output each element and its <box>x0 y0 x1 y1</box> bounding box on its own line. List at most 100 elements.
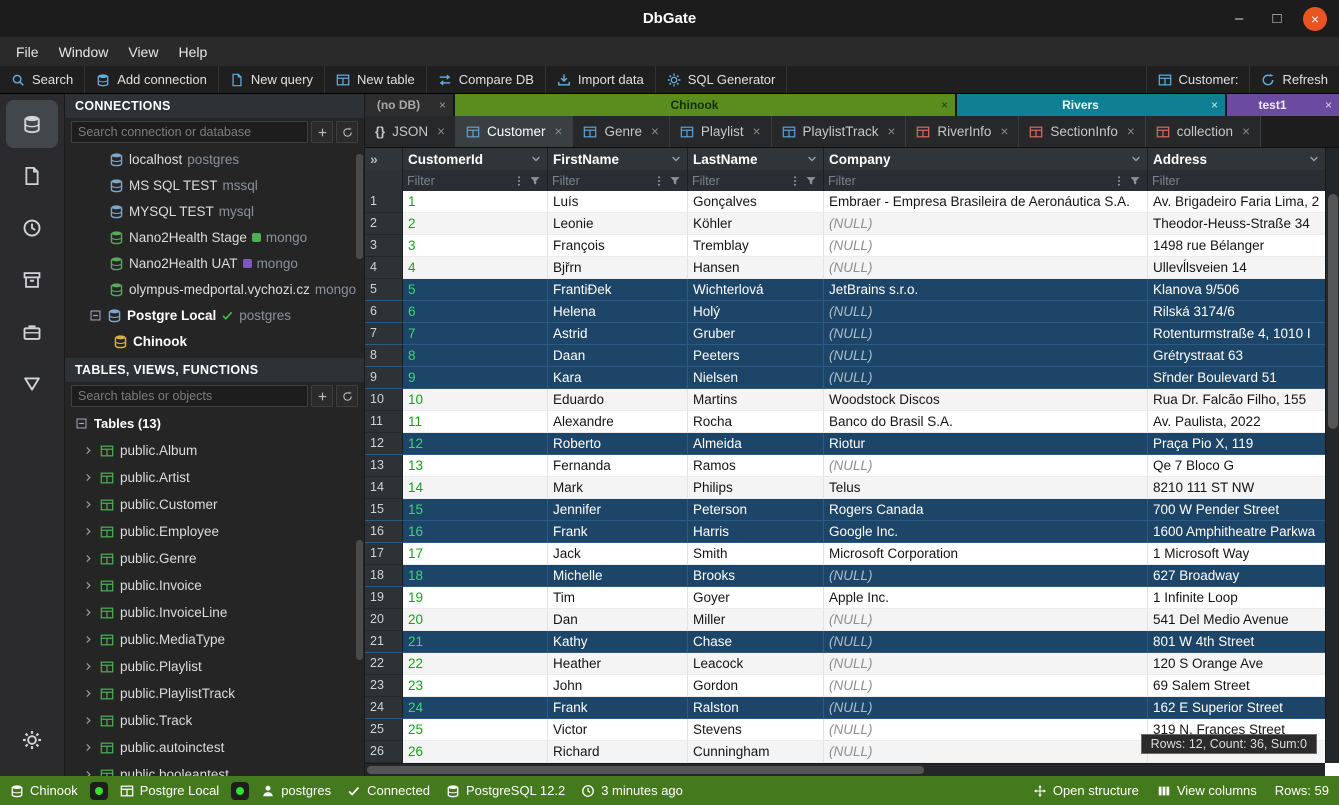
toolbar-add-connection-button[interactable]: Add connection <box>85 66 219 93</box>
close-icon[interactable]: × <box>1127 124 1135 139</box>
row-number[interactable]: 24 <box>365 697 403 719</box>
column-header-lastname[interactable]: LastName <box>688 148 824 170</box>
table-public-invoiceline[interactable]: public.InvoiceLine <box>65 599 364 626</box>
database-chinook[interactable]: Chinook <box>65 328 364 354</box>
tab-group-rivers[interactable]: Rivers× <box>957 94 1225 116</box>
tab-group-test1[interactable]: test1× <box>1227 94 1339 116</box>
cell-company[interactable]: Microsoft Corporation <box>824 543 1148 565</box>
close-icon[interactable]: × <box>555 124 563 139</box>
menu-view[interactable]: View <box>118 41 168 63</box>
cell-firstname[interactable]: Michelle <box>548 565 688 587</box>
table-row-23[interactable]: 2323JohnGordon(NULL)69 Salem Street <box>365 675 1325 697</box>
table-row-10[interactable]: 1010EduardoMartinsWoodstock DiscosRua Dr… <box>365 389 1325 411</box>
filter-input-address[interactable] <box>1152 174 1321 188</box>
cell-company[interactable]: JetBrains s.r.o. <box>824 279 1148 301</box>
cell-company[interactable]: Rogers Canada <box>824 499 1148 521</box>
column-header-company[interactable]: Company <box>824 148 1148 170</box>
cell-customerid[interactable]: 2 <box>403 213 548 235</box>
cell-company[interactable]: (NULL) <box>824 631 1148 653</box>
cell-customerid[interactable]: 7 <box>403 323 548 345</box>
chevron-right-icon[interactable] <box>83 472 94 483</box>
filter-input-lastname[interactable] <box>692 174 787 188</box>
table-row-24[interactable]: 2424FrankRalston(NULL)162 E Superior Str… <box>365 697 1325 719</box>
cell-company[interactable]: (NULL) <box>824 653 1148 675</box>
cell-customerid[interactable]: 4 <box>403 257 548 279</box>
chevron-down-icon[interactable] <box>1308 153 1320 165</box>
cell-company[interactable]: (NULL) <box>824 675 1148 697</box>
cell-address[interactable]: 627 Broadway <box>1148 565 1325 587</box>
close-icon[interactable]: × <box>888 124 896 139</box>
funnel-icon[interactable] <box>669 175 681 187</box>
tab-playlisttrack[interactable]: PlaylistTrack× <box>772 116 907 147</box>
table-row-21[interactable]: 2121KathyChase(NULL)801 W 4th Street <box>365 631 1325 653</box>
cell-customerid[interactable]: 16 <box>403 521 548 543</box>
row-number[interactable]: 1 <box>365 191 403 213</box>
column-header-customerid[interactable]: CustomerId <box>403 148 548 170</box>
cell-firstname[interactable]: Richard <box>548 741 688 763</box>
filter-input-customerid[interactable] <box>407 174 511 188</box>
table-public-artist[interactable]: public.Artist <box>65 464 364 491</box>
row-number[interactable]: 5 <box>365 279 403 301</box>
cell-address[interactable]: 801 W 4th Street <box>1148 631 1325 653</box>
tables-group[interactable]: Tables (13) <box>65 410 364 437</box>
table-row-11[interactable]: 1111AlexandreRochaBanco do Brasil S.A.Av… <box>365 411 1325 433</box>
status-open-structure[interactable]: Open structure <box>1033 783 1139 798</box>
table-row-22[interactable]: 2222HeatherLeacock(NULL)120 S Orange Ave <box>365 653 1325 675</box>
cell-lastname[interactable]: Rocha <box>688 411 824 433</box>
kebab-menu-icon[interactable] <box>1113 175 1125 187</box>
table-row-3[interactable]: 33FrançoisTremblay(NULL)1498 rue Bélange… <box>365 235 1325 257</box>
chevron-right-icon[interactable] <box>83 769 94 776</box>
cell-address[interactable]: Av. Brigadeiro Faria Lima, 2 <box>1148 191 1325 213</box>
cell-address[interactable]: 120 S Orange Ave <box>1148 653 1325 675</box>
activity-history[interactable] <box>6 204 58 252</box>
cell-address[interactable]: Rua Dr. Falcão Filho, 155 <box>1148 389 1325 411</box>
table-row-15[interactable]: 1515JenniferPetersonRogers Canada700 W P… <box>365 499 1325 521</box>
refresh-connections-button[interactable] <box>336 121 358 143</box>
tab-riverinfo[interactable]: RiverInfo× <box>906 116 1019 147</box>
cell-lastname[interactable]: Philips <box>688 477 824 499</box>
cell-customerid[interactable]: 14 <box>403 477 548 499</box>
activity-filters[interactable] <box>6 360 58 408</box>
cell-address[interactable]: 1 Microsoft Way <box>1148 543 1325 565</box>
chevron-right-icon[interactable] <box>83 445 94 456</box>
activity-files[interactable] <box>6 152 58 200</box>
column-header-address[interactable]: Address <box>1148 148 1325 170</box>
table-public-genre[interactable]: public.Genre <box>65 545 364 572</box>
connections-scrollbar[interactable] <box>356 154 363 259</box>
cell-firstname[interactable]: Dan <box>548 609 688 631</box>
cell-lastname[interactable]: Peeters <box>688 345 824 367</box>
cell-customerid[interactable]: 12 <box>403 433 548 455</box>
cell-company[interactable]: Apple Inc. <box>824 587 1148 609</box>
cell-customerid[interactable]: 25 <box>403 719 548 741</box>
tab-group-no-db[interactable]: (no DB)× <box>365 94 453 116</box>
cell-address[interactable]: Qe 7 Bloco G <box>1148 455 1325 477</box>
cell-company[interactable]: Embraer - Empresa Brasileira de Aeronáut… <box>824 191 1148 213</box>
row-number[interactable]: 23 <box>365 675 403 697</box>
connection-nano2health-stage[interactable]: Nano2Health Stagemongo <box>65 224 364 250</box>
add-table-button[interactable] <box>311 385 333 407</box>
cell-address[interactable]: Sřnder Boulevard 51 <box>1148 367 1325 389</box>
table-public-customer[interactable]: public.Customer <box>65 491 364 518</box>
cell-firstname[interactable]: Kathy <box>548 631 688 653</box>
table-public-invoice[interactable]: public.Invoice <box>65 572 364 599</box>
tab-json[interactable]: {}JSON× <box>365 116 456 147</box>
tab-collection[interactable]: collection× <box>1146 116 1261 147</box>
vertical-scrollbar-thumb[interactable] <box>1328 194 1338 429</box>
cell-lastname[interactable]: Wichterlová <box>688 279 824 301</box>
expand-columns-button[interactable]: » <box>365 148 403 170</box>
row-number[interactable]: 18 <box>365 565 403 587</box>
cell-address[interactable]: Rilská 3174/6 <box>1148 301 1325 323</box>
table-public-autoinctest[interactable]: public.autoinctest <box>65 734 364 761</box>
tab-sectioninfo[interactable]: SectionInfo× <box>1019 116 1145 147</box>
cell-firstname[interactable]: Mark <box>548 477 688 499</box>
cell-company[interactable]: (NULL) <box>824 213 1148 235</box>
cell-firstname[interactable]: FrantiĐek <box>548 279 688 301</box>
cell-lastname[interactable]: Goyer <box>688 587 824 609</box>
cell-company[interactable]: (NULL) <box>824 257 1148 279</box>
cell-company[interactable]: (NULL) <box>824 345 1148 367</box>
chevron-right-icon[interactable] <box>83 553 94 564</box>
cell-lastname[interactable]: Gonçalves <box>688 191 824 213</box>
cell-customerid[interactable]: 5 <box>403 279 548 301</box>
filter-input-company[interactable] <box>828 174 1111 188</box>
cell-company[interactable]: Telus <box>824 477 1148 499</box>
